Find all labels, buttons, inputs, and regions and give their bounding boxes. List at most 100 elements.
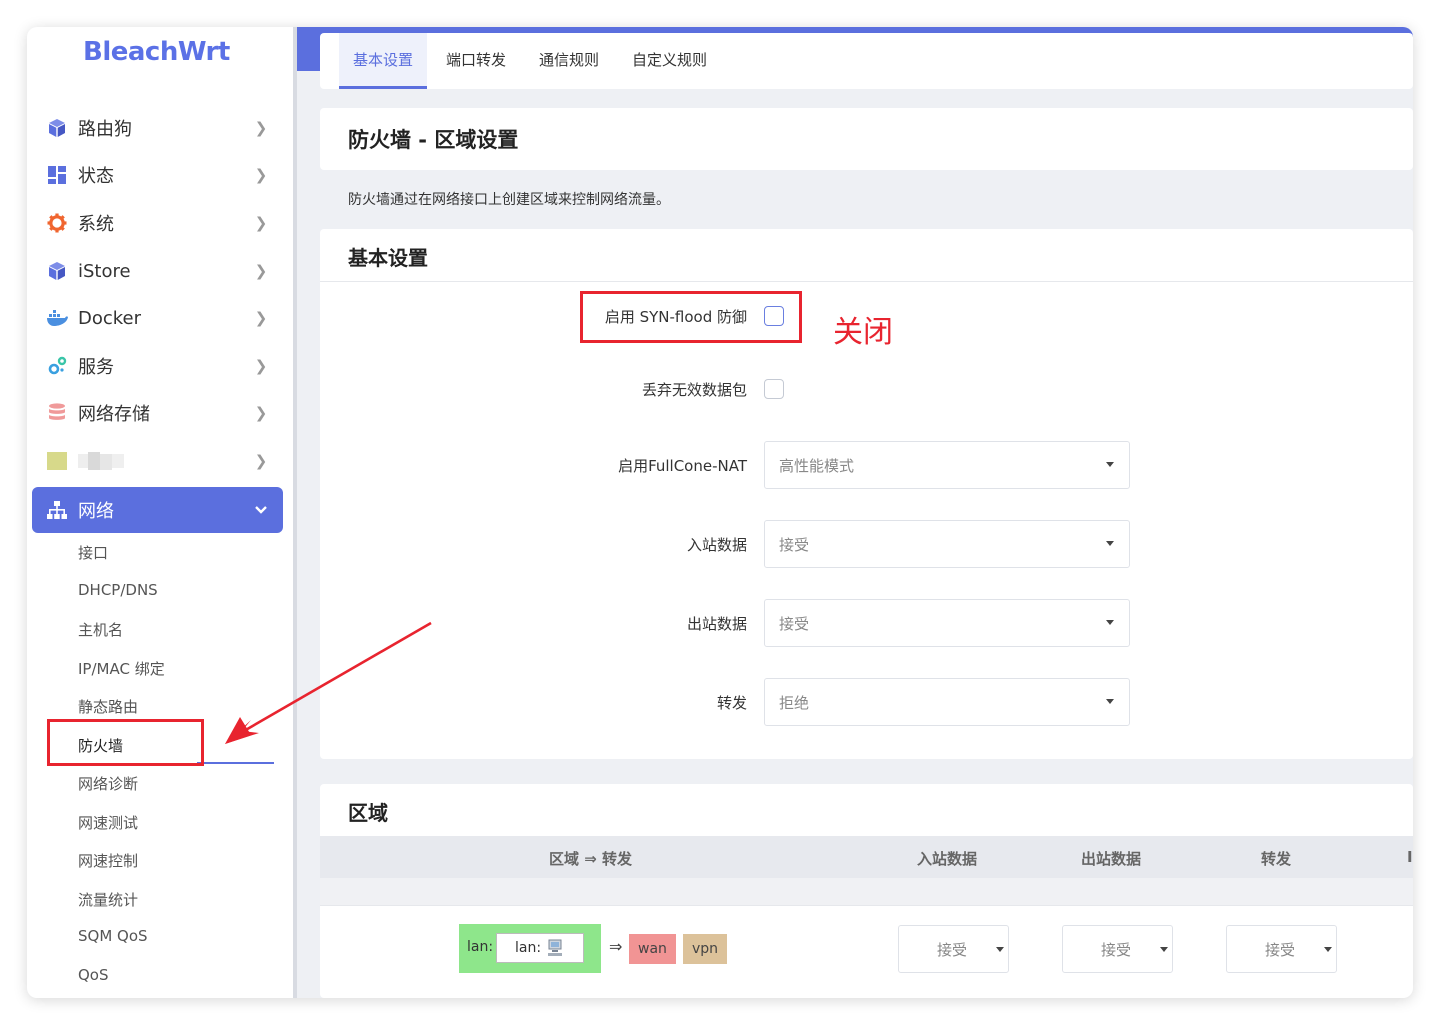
sub-item-sqm-qos[interactable]: SQM QoS — [78, 927, 148, 945]
chevron-right-icon: ❯ — [254, 214, 268, 232]
col-header-input: 入站数据 — [917, 850, 978, 868]
active-sub-underline — [197, 762, 274, 764]
sub-item-qos[interactable]: QoS — [78, 966, 109, 984]
sidebar-item-nas[interactable]: 网络存储 ❯ — [32, 390, 283, 436]
caret-down-icon — [1106, 541, 1114, 546]
database-icon — [46, 402, 68, 424]
annotation-arrow — [225, 621, 432, 744]
zone-name: lan: — [467, 939, 494, 955]
caret-down-icon — [1106, 462, 1114, 467]
sidebar-item-label: 网络 — [78, 501, 114, 522]
zones-spacer-row — [320, 878, 1413, 905]
zone-input-select[interactable]: 接受 — [898, 925, 1009, 973]
input-label: 入站数据 — [686, 536, 747, 554]
sub-item-ip-mac-binding[interactable]: IP/MAC 绑定 — [78, 658, 165, 679]
sub-item-interfaces[interactable]: 接口 — [78, 542, 108, 563]
sub-item-dhcp-dns[interactable]: DHCP/DNS — [78, 581, 158, 599]
annotation-text: 关闭 — [833, 315, 893, 350]
caret-down-icon — [996, 947, 1004, 952]
sub-item-speedtest[interactable]: 网速测试 — [78, 812, 138, 833]
drop-invalid-checkbox[interactable] — [764, 379, 784, 399]
chevron-right-icon: ❯ — [254, 262, 268, 280]
network-icon — [548, 939, 562, 956]
caret-down-icon — [1324, 947, 1332, 952]
select-value: 拒绝 — [779, 694, 810, 712]
col-header-zone-forward: 区域 ⇒ 转发 — [549, 850, 633, 868]
input-policy-select[interactable]: 接受 — [764, 520, 1130, 568]
sidebar-item-services[interactable]: 服务 ❯ — [32, 343, 283, 389]
select-value: 接受 — [1265, 941, 1296, 959]
logo: BleachWrt — [83, 37, 230, 67]
tab-port-forwarding[interactable]: 端口转发 — [432, 33, 520, 89]
sub-item-traffic-stats[interactable]: 流量统计 — [78, 889, 138, 910]
tab-basic-settings[interactable]: 基本设置 — [339, 33, 428, 89]
chevron-right-icon: ❯ — [254, 166, 268, 184]
gear-icon — [46, 212, 68, 234]
zone-output-select[interactable]: 接受 — [1062, 925, 1173, 973]
zone-network-name: lan: — [515, 940, 542, 956]
fullcone-label: 启用FullCone-NAT — [618, 457, 747, 475]
sidebar-item-label: Docker — [78, 307, 142, 329]
cogs-icon — [46, 355, 68, 377]
sidebar-item-label: 系统 — [78, 214, 114, 235]
zones-table-header: 区域 ⇒ 转发 入站数据 出站数据 转发 I — [320, 836, 1413, 878]
sidebar-item-system[interactable]: 系统 ❯ — [32, 200, 283, 246]
tab-traffic-rules[interactable]: 通信规则 — [525, 33, 613, 89]
sub-item-speed-control[interactable]: 网速控制 — [78, 850, 138, 871]
sidebar-item-label: 服务 — [78, 357, 114, 378]
sidebar-item-label: 状态 — [78, 166, 114, 187]
blurred-icon — [46, 450, 68, 472]
forward-label: 转发 — [716, 694, 747, 712]
chevron-down-icon — [251, 501, 271, 519]
select-value: 接受 — [937, 941, 968, 959]
sub-item-static-routes[interactable]: 静态路由 — [78, 696, 138, 717]
sitemap-icon — [46, 499, 68, 521]
chevron-right-icon: ❯ — [254, 357, 268, 375]
page-description: 防火墙通过在网络接口上创建区域来控制网络流量。 — [348, 192, 670, 208]
zone-forward-select[interactable]: 接受 — [1226, 925, 1337, 973]
title-card: 防火墙 - 区域设置 — [320, 108, 1413, 170]
select-value: 接受 — [1101, 941, 1132, 959]
sidebar-item-routerdog[interactable]: 路由狗 ❯ — [32, 105, 283, 151]
drop-invalid-label: 丢弃无效数据包 — [641, 381, 747, 399]
sidebar-divider — [293, 27, 297, 998]
caret-down-icon — [1106, 620, 1114, 625]
output-label: 出站数据 — [686, 615, 747, 633]
annotation-box-synflood — [580, 291, 802, 343]
select-value: 高性能模式 — [779, 457, 855, 475]
sidebar-item-status[interactable]: 状态 ❯ — [32, 152, 283, 198]
annotation-box-firewall — [47, 719, 204, 766]
cube-icon — [46, 260, 68, 282]
forward-arrow: ⇒ — [609, 937, 623, 956]
sidebar: BleachWrt 路由狗 ❯ 状态 ❯ 系统 ❯ iStore ❯ Docke… — [27, 27, 293, 998]
select-value: 接受 — [779, 615, 810, 633]
fullcone-select[interactable]: 高性能模式 — [764, 441, 1130, 489]
col-header-more: I — [1407, 848, 1413, 866]
sub-item-hostnames[interactable]: 主机名 — [78, 619, 123, 640]
row-divider — [320, 905, 1413, 906]
tab-custom-rules[interactable]: 自定义规则 — [618, 33, 721, 89]
page-title: 防火墙 - 区域设置 — [348, 128, 519, 152]
dashboard-icon — [46, 164, 68, 186]
sidebar-item-hidden[interactable]: ❯ — [32, 438, 283, 484]
zones-card: 区域 区域 ⇒ 转发 入站数据 出站数据 转发 I lan: lan: ⇒ wa… — [320, 784, 1413, 998]
blurred-label — [78, 452, 251, 470]
sidebar-item-network[interactable]: 网络 — [32, 487, 283, 533]
zone-network-box: lan: — [496, 933, 584, 963]
zone-vpn-tag: vpn — [683, 934, 728, 964]
sidebar-item-docker[interactable]: Docker ❯ — [32, 295, 283, 341]
sidebar-item-istore[interactable]: iStore ❯ — [32, 248, 283, 294]
forward-policy-select[interactable]: 拒绝 — [764, 678, 1130, 726]
sidebar-item-label: 路由狗 — [78, 119, 132, 140]
chevron-right-icon: ❯ — [254, 309, 268, 327]
caret-down-icon — [1106, 699, 1114, 704]
zone-lan-badge: lan: lan: — [459, 924, 601, 973]
cube-icon — [46, 117, 68, 139]
sub-item-diagnostics[interactable]: 网络诊断 — [78, 773, 138, 794]
col-header-output: 出站数据 — [1081, 850, 1142, 868]
tab-bar: 基本设置 端口转发 通信规则 自定义规则 — [320, 33, 1413, 89]
zone-wan-tag: wan — [629, 934, 676, 964]
caret-down-icon — [1160, 947, 1168, 952]
output-policy-select[interactable]: 接受 — [764, 599, 1130, 647]
col-header-forward: 转发 — [1261, 850, 1292, 868]
